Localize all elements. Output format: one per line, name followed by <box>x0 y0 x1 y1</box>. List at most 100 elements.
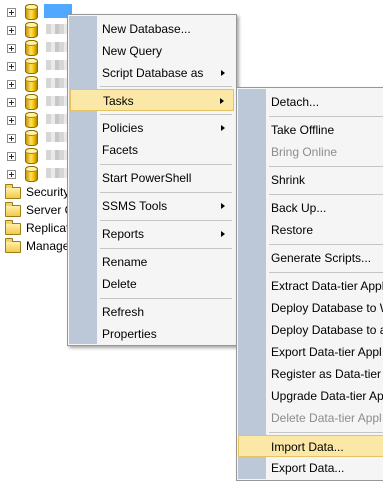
database-context-menu: New Database... New Query Script Databas… <box>67 14 237 346</box>
menu-item-label: Delete Data-tier Appl <box>271 411 382 425</box>
expand-icon[interactable] <box>7 80 16 89</box>
tree-node-label: Manage <box>26 239 70 253</box>
expand-icon[interactable] <box>7 44 16 53</box>
menu-item-new-query[interactable]: New Query <box>70 40 234 62</box>
menu-item-label: Shrink <box>271 173 306 187</box>
menu-item-label: Reports <box>102 227 145 241</box>
menu-item-label: Refresh <box>102 305 145 319</box>
folder-icon <box>5 184 21 199</box>
menu-item-label: Import Data... <box>271 440 344 454</box>
menu-separator <box>100 248 232 249</box>
menu-item-import-data[interactable]: Import Data... <box>238 435 383 457</box>
menu-item-deploy-database-to-windows-azure[interactable]: Deploy Database to W <box>239 297 383 319</box>
menu-item-label: Deploy Database to a <box>271 323 383 337</box>
menu-item-properties[interactable]: Properties <box>70 323 234 345</box>
menu-item-script-database-as[interactable]: Script Database as <box>70 62 234 84</box>
database-icon <box>25 4 38 20</box>
menu-item-generate-scripts[interactable]: Generate Scripts... <box>239 247 383 269</box>
menu-item-label: Script Database as <box>102 66 204 80</box>
database-icon <box>25 76 38 92</box>
menu-item-label: Deploy Database to W <box>271 301 383 315</box>
menu-separator <box>100 298 232 299</box>
database-icon <box>25 148 38 164</box>
menu-item-policies[interactable]: Policies <box>70 117 234 139</box>
menu-separator <box>100 86 232 87</box>
menu-separator <box>269 166 383 167</box>
expand-icon[interactable] <box>7 98 16 107</box>
tree-node-replication[interactable]: Replicat <box>0 220 70 238</box>
menu-item-label: Upgrade Data-tier Ap <box>271 389 383 403</box>
tree-node-security[interactable]: Security <box>0 184 70 202</box>
expand-icon[interactable] <box>7 134 16 143</box>
database-icon <box>25 166 38 182</box>
menu-separator <box>100 220 232 221</box>
menu-item-label: Export Data... <box>271 461 345 475</box>
expand-icon[interactable] <box>7 62 16 71</box>
database-icon <box>25 22 38 38</box>
menu-item-label: SSMS Tools <box>102 199 168 213</box>
expand-icon[interactable] <box>7 152 16 161</box>
folder-icon <box>5 238 21 253</box>
menu-item-tasks[interactable]: Tasks <box>70 89 234 111</box>
menu-item-new-database[interactable]: New Database... <box>70 18 234 40</box>
menu-item-label: Back Up... <box>271 201 327 215</box>
menu-separator <box>100 164 232 165</box>
menu-item-rename[interactable]: Rename <box>70 251 234 273</box>
menu-separator <box>100 114 232 115</box>
menu-item-start-powershell[interactable]: Start PowerShell <box>70 167 234 189</box>
menu-item-export-data[interactable]: Export Data... <box>239 457 383 479</box>
menu-item-label: Start PowerShell <box>102 171 192 185</box>
menu-item-register-as-data-tier-application[interactable]: Register as Data-tier A <box>239 363 383 385</box>
menu-item-label: Delete <box>102 277 137 291</box>
menu-item-ssms-tools[interactable]: SSMS Tools <box>70 195 234 217</box>
menu-item-label: Restore <box>271 223 314 237</box>
menu-item-label: Facets <box>102 143 139 157</box>
tree-node-label: Replicat <box>26 221 70 235</box>
menu-item-label: Policies <box>102 121 144 135</box>
menu-item-label: Extract Data-tier Appl <box>271 279 383 293</box>
menu-item-delete[interactable]: Delete <box>70 273 234 295</box>
menu-item-reports[interactable]: Reports <box>70 223 234 245</box>
menu-item-label: Detach... <box>271 95 320 109</box>
database-icon <box>25 112 38 128</box>
menu-item-delete-data-tier-application: Delete Data-tier Appl <box>239 407 383 429</box>
tree-node-management[interactable]: Manage <box>0 238 70 256</box>
menu-separator <box>269 244 383 245</box>
menu-item-detach[interactable]: Detach... <box>239 91 383 113</box>
submenu-arrow-icon <box>220 98 224 104</box>
menu-separator <box>269 432 383 433</box>
menu-item-label: Register as Data-tier A <box>271 367 383 381</box>
menu-item-label: Tasks <box>103 94 134 108</box>
menu-item-restore[interactable]: Restore <box>239 219 383 241</box>
submenu-arrow-icon <box>221 203 225 209</box>
menu-item-take-offline[interactable]: Take Offline <box>239 119 383 141</box>
database-icon <box>25 40 38 56</box>
submenu-arrow-icon <box>221 70 225 76</box>
menu-item-export-data-tier-application[interactable]: Export Data-tier Appl <box>239 341 383 363</box>
menu-item-label: Bring Online <box>271 145 338 159</box>
menu-separator <box>100 192 232 193</box>
menu-item-deploy-database-to-azure-vm[interactable]: Deploy Database to a <box>239 319 383 341</box>
tasks-submenu: Detach... Take Offline Bring Online Shri… <box>236 87 383 481</box>
folder-icon <box>5 202 21 217</box>
submenu-arrow-icon <box>221 231 225 237</box>
menu-item-back-up[interactable]: Back Up... <box>239 197 383 219</box>
menu-item-label: New Query <box>102 44 163 58</box>
menu-item-label: Take Offline <box>271 123 335 137</box>
menu-item-facets[interactable]: Facets <box>70 139 234 161</box>
menu-item-shrink[interactable]: Shrink <box>239 169 383 191</box>
expand-icon[interactable] <box>7 26 16 35</box>
menu-item-label: Rename <box>102 255 148 269</box>
menu-item-upgrade-data-tier-application[interactable]: Upgrade Data-tier Ap <box>239 385 383 407</box>
menu-separator <box>269 116 383 117</box>
expand-icon[interactable] <box>7 116 16 125</box>
menu-item-label: New Database... <box>102 22 191 36</box>
expand-icon[interactable] <box>7 8 16 17</box>
expand-icon[interactable] <box>7 170 16 179</box>
menu-item-extract-data-tier-application[interactable]: Extract Data-tier Appl <box>239 275 383 297</box>
database-icon <box>25 58 38 74</box>
menu-separator <box>269 272 383 273</box>
database-icon <box>25 94 38 110</box>
tree-node-server-objects[interactable]: Server O <box>0 202 74 220</box>
menu-item-refresh[interactable]: Refresh <box>70 301 234 323</box>
